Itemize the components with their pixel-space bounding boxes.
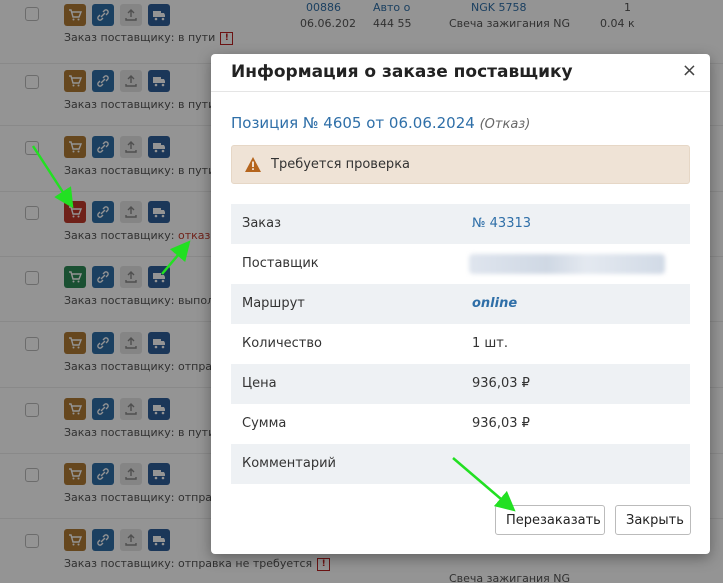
reorder-button[interactable]: Перезаказать xyxy=(495,505,605,535)
info-label: Сумма xyxy=(242,416,287,431)
price-value: 936,03 ₽ xyxy=(472,376,530,391)
info-label: Комментарий xyxy=(242,456,336,471)
info-row-supplier: Поставщик xyxy=(231,244,690,284)
position-status: (Отказ) xyxy=(479,117,531,132)
check-required-alert: Требуется проверка xyxy=(231,145,690,184)
info-row-price: Цена 936,03 ₽ xyxy=(231,364,690,404)
info-label: Количество xyxy=(242,336,322,351)
info-label: Маршрут xyxy=(242,296,305,311)
info-label: Заказ xyxy=(242,216,282,231)
info-label: Цена xyxy=(242,376,277,391)
quantity-value: 1 шт. xyxy=(472,336,509,351)
info-label: Поставщик xyxy=(242,256,319,271)
info-row-comment: Комментарий xyxy=(231,444,690,484)
position-title: Позиция № 4605 от 06.06.2024 (Отказ) xyxy=(231,114,530,132)
warning-icon xyxy=(245,157,261,172)
alert-text: Требуется проверка xyxy=(271,157,411,172)
modal-header: Информация о заказе поставщику × xyxy=(211,54,710,92)
supplier-order-info-modal: Информация о заказе поставщику × Позиция… xyxy=(211,54,710,554)
info-row-quantity: Количество 1 шт. xyxy=(231,324,690,364)
sum-value: 936,03 ₽ xyxy=(472,416,530,431)
position-title-text: Позиция № 4605 от 06.06.2024 xyxy=(231,114,475,132)
modal-title: Информация о заказе поставщику xyxy=(231,62,573,82)
info-row-order: Заказ № 43313 xyxy=(231,204,690,244)
order-number-link[interactable]: № 43313 xyxy=(472,216,531,231)
close-icon[interactable]: × xyxy=(682,62,697,80)
order-info-table: Заказ № 43313 Поставщик Маршрут online К… xyxy=(231,204,690,484)
info-row-sum: Сумма 936,03 ₽ xyxy=(231,404,690,444)
close-button[interactable]: Закрыть xyxy=(615,505,691,535)
supplier-name-redacted xyxy=(469,254,665,274)
info-row-route: Маршрут online xyxy=(231,284,690,324)
route-value: online xyxy=(472,296,518,311)
